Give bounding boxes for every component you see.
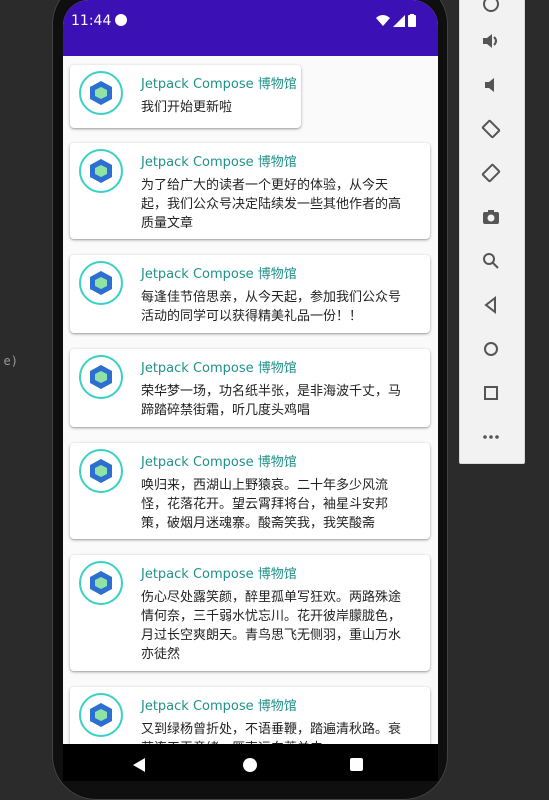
signal-icon [393,14,405,27]
compose-logo-icon [90,271,112,295]
compose-logo-icon [90,571,112,595]
app-notification-icon [115,14,127,26]
camera-icon[interactable] [478,204,504,230]
compose-logo-icon [90,365,112,389]
card-body: 我们开始更新啦 [141,100,233,115]
power-icon[interactable] [478,0,504,17]
avatar [79,449,123,493]
nav-recents-icon[interactable] [350,758,363,771]
card-body: 每逢佳节倍思亲，从今天起，参加我们公众号活动的同学可以获得精美礼品一份！！ [141,290,402,324]
more-icon[interactable] [478,424,504,450]
message-card[interactable]: Jetpack Compose 博物馆 又到绿杨曾折处，不语垂鞭，踏遍清秋路。衰… [70,687,430,744]
avatar [79,71,123,115]
home-icon[interactable] [478,336,504,362]
message-list[interactable]: Jetpack Compose 博物馆 我们开始更新啦 Jetpack Comp… [63,56,438,744]
avatar [79,561,123,605]
back-icon[interactable] [478,292,504,318]
nav-back-icon[interactable] [133,758,145,772]
status-icons [376,14,416,27]
card-title: Jetpack Compose 博物馆 [141,361,297,376]
card-body: 唤归来，西湖山上野猿哀。二十年多少风流怪，花落花开。望云霄拜将台，袖星斗安邦策，… [141,478,389,531]
app-screen: 11:44 Jetpack Compose 博物馆 我们开始更新啦 Jetpac… [63,0,438,781]
card-title: Jetpack Compose 博物馆 [141,567,297,582]
compose-logo-icon [90,703,112,727]
card-title: Jetpack Compose 博物馆 [141,155,297,170]
message-card[interactable]: Jetpack Compose 博物馆 我们开始更新啦 [70,65,301,128]
status-time: 11:44 [71,13,112,29]
compose-logo-icon [90,159,112,183]
zoom-icon[interactable] [478,248,504,274]
battery-icon [408,14,416,27]
avatar [79,149,123,193]
rotate-right-icon[interactable] [478,160,504,186]
card-title: Jetpack Compose 博物馆 [141,267,297,282]
card-body: 为了给广大的读者一个更好的体验，从今天起，我们公众号决定陆续发一些其他作者的高质… [141,178,402,231]
avatar [79,693,123,737]
avatar [79,355,123,399]
rotate-left-icon[interactable] [478,116,504,142]
message-card[interactable]: Jetpack Compose 博物馆 伤心尽处露笑颜，醉里孤单写狂欢。两路殊途… [70,555,430,671]
message-card[interactable]: Jetpack Compose 博物馆 为了给广大的读者一个更好的体验，从今天起… [70,143,430,239]
message-card[interactable]: Jetpack Compose 博物馆 荣华梦一场，功名纸半张，是非海波千丈，马… [70,349,430,427]
overview-icon[interactable] [478,380,504,406]
nav-home-icon[interactable] [243,758,257,772]
compose-logo-icon [90,459,112,483]
volume-up-icon[interactable] [478,28,504,54]
card-body: 荣华梦一场，功名纸半张，是非海波千丈，马蹄踏碎禁街霜，听几度头鸡唱 [141,384,402,418]
wifi-icon [376,14,390,26]
volume-down-icon[interactable] [478,72,504,98]
card-title: Jetpack Compose 博物馆 [141,699,297,714]
navigation-bar [63,744,438,781]
status-bar: 11:44 [63,0,438,56]
avatar [79,261,123,305]
card-title: Jetpack Compose 博物馆 [141,455,297,470]
card-body: 伤心尽处露笑颜，醉里孤单写狂欢。两路殊途情何奈，三千弱水忧忘川。花开彼岸朦胧色，… [141,590,402,662]
compose-logo-icon [90,81,112,105]
emulator-toolbar [459,0,525,464]
card-body: 又到绿杨曾折处，不语垂鞭，踏遍清秋路。衰草连天无意绪，雁声远向萧关去 [141,722,402,744]
editor-gutter-text: e) [3,354,18,368]
card-title: Jetpack Compose 博物馆 [141,77,297,92]
message-card[interactable]: Jetpack Compose 博物馆 每逢佳节倍思亲，从今天起，参加我们公众号… [70,255,430,333]
message-card[interactable]: Jetpack Compose 博物馆 唤归来，西湖山上野猿哀。二十年多少风流怪… [70,443,430,539]
